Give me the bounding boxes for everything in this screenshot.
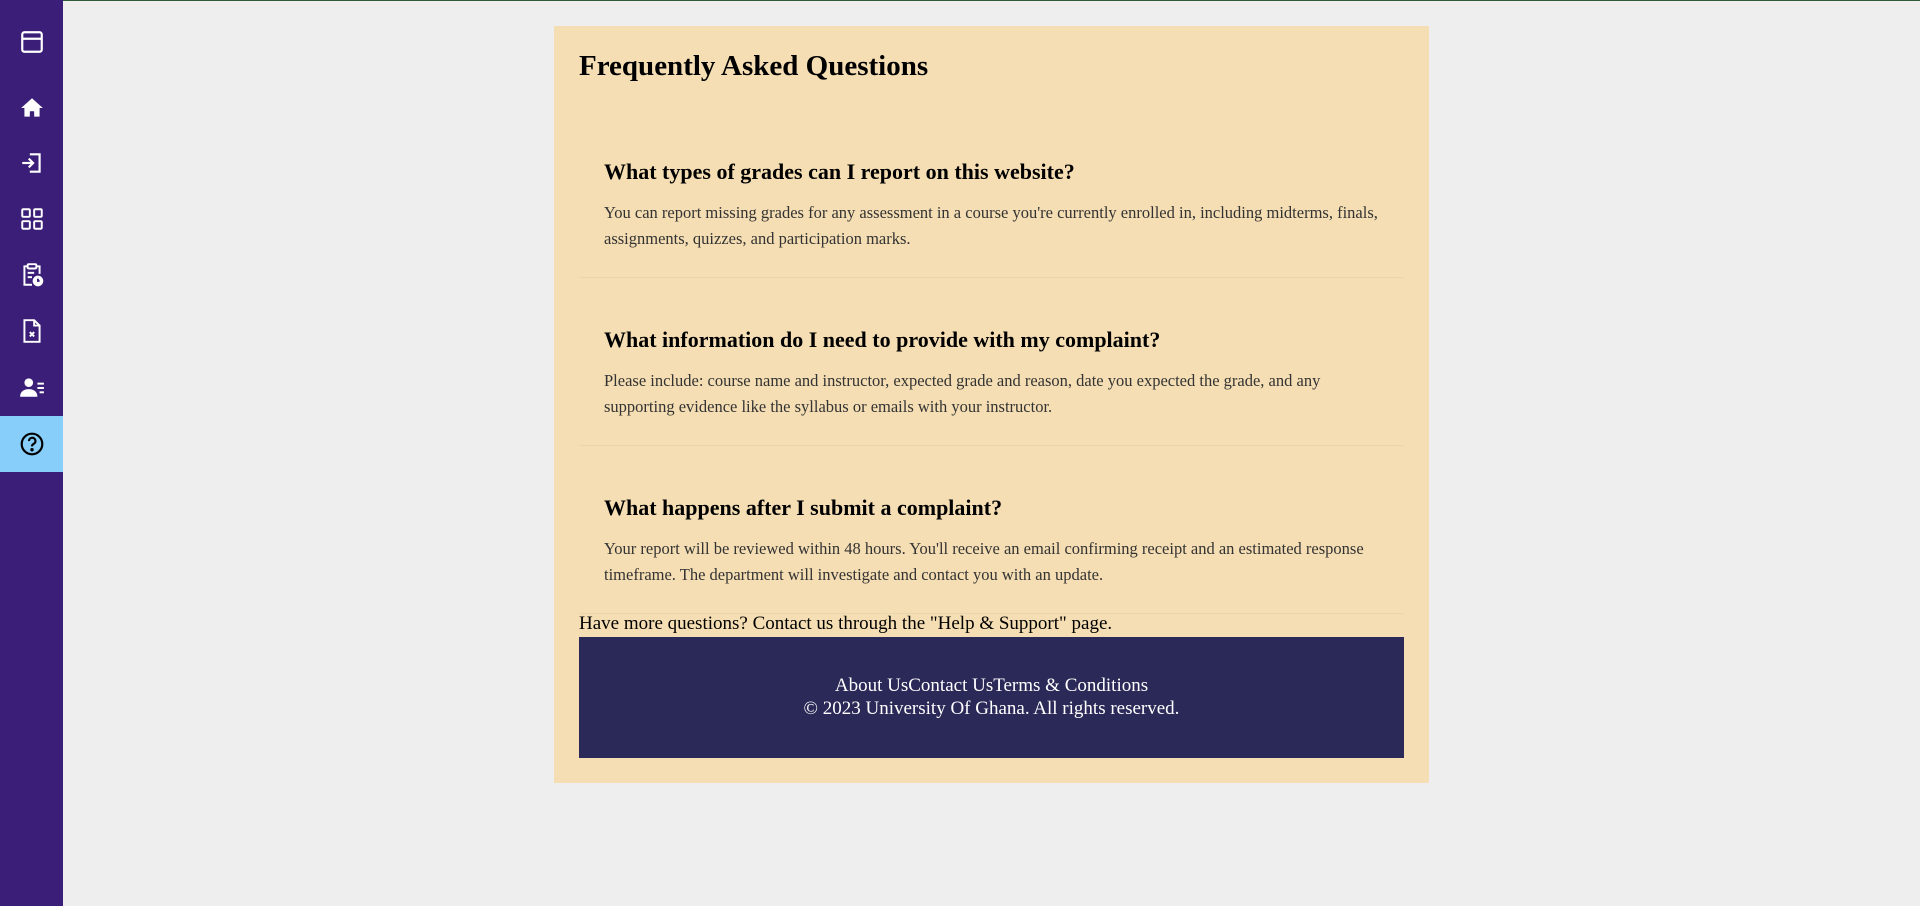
faq-answer: You can report missing grades for any as… bbox=[604, 203, 1378, 248]
faq-panel: Frequently Asked Questions What types of… bbox=[554, 26, 1429, 783]
faq-item: What information do I need to provide wi… bbox=[579, 290, 1404, 446]
footer-link-terms[interactable]: Terms & Conditions bbox=[993, 675, 1148, 696]
sidebar-item-missing[interactable] bbox=[0, 303, 63, 359]
faq-question: What types of grades can I report on thi… bbox=[604, 159, 1075, 184]
footer-link-contact-us[interactable]: Contact Us bbox=[908, 675, 993, 696]
footer-links: About UsContact UsTerms & Conditions bbox=[579, 675, 1404, 697]
clipboard-clock-icon bbox=[22, 263, 43, 287]
faq-item: What happens after I submit a complaint?… bbox=[579, 458, 1404, 614]
sidebar-item-dashboard[interactable] bbox=[0, 191, 63, 247]
help-circle-icon bbox=[20, 432, 43, 456]
footer: About UsContact UsTerms & Conditions © 2… bbox=[579, 637, 1404, 758]
home-icon bbox=[20, 98, 43, 117]
page-title: Frequently Asked Questions bbox=[579, 50, 929, 82]
sidebar-item-window[interactable] bbox=[0, 14, 63, 70]
copyright-text: © 2023 University Of Ghana. All rights r… bbox=[803, 698, 1180, 719]
sidebar-item-home[interactable] bbox=[0, 80, 63, 136]
file-x-icon bbox=[22, 319, 41, 343]
more-questions-text: Have more questions? Contact us through … bbox=[579, 613, 1113, 634]
user-list-icon bbox=[19, 378, 44, 397]
window-icon bbox=[20, 31, 43, 53]
faq-answer: Please include: course name and instruct… bbox=[604, 371, 1321, 416]
footer-link-about-us[interactable]: About Us bbox=[835, 675, 908, 696]
faq-answer: Your report will be reviewed within 48 h… bbox=[604, 539, 1364, 584]
dashboard-grid-icon bbox=[20, 208, 43, 230]
faq-question: What happens after I submit a complaint? bbox=[604, 495, 1003, 520]
faq-question: What information do I need to provide wi… bbox=[604, 327, 1161, 352]
sidebar-item-profile[interactable] bbox=[0, 359, 63, 415]
sidebar bbox=[0, 0, 63, 906]
sidebar-item-faq[interactable] bbox=[0, 416, 63, 472]
sidebar-item-pending[interactable] bbox=[0, 247, 63, 303]
sign-in-icon bbox=[21, 153, 41, 173]
sidebar-item-sign-in[interactable] bbox=[0, 135, 63, 191]
top-border bbox=[0, 0, 1920, 1]
faq-item: What types of grades can I report on thi… bbox=[579, 122, 1404, 278]
